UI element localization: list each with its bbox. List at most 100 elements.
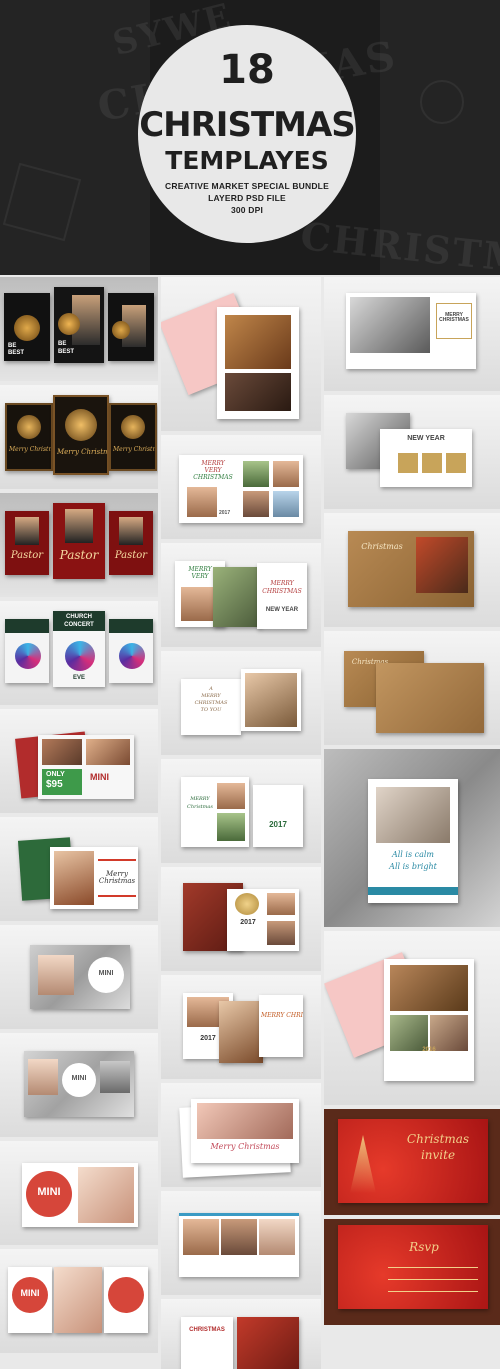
preview-concert-flyer: CHURCH CONCERT EVE [0,601,158,705]
stripe [98,895,136,897]
child-photo [245,673,297,727]
card-front: 2016 [384,959,474,1081]
card-title: Christmas [187,804,213,810]
ornament-image [112,321,130,339]
preview-merry-very-collage: MERRY VERY CHRISTMAS 2017 [161,435,321,539]
card-front: MERRY VERY CHRISTMAS 2017 [179,455,303,523]
preview-gold-heart-collage: 2017 [161,867,321,971]
card-title: MERRY CHRISTMAS [261,1012,303,1019]
invite-title: Christmas [406,1132,470,1146]
card-title: Christmas [361,542,403,551]
blue-border [179,1213,299,1216]
preview-bw-merry: MERRY CHRISTMAS [324,277,500,391]
flyer-card: Merry Christmas [53,395,109,475]
preview-merry-christmas-pink: Merry Christmas [161,1083,321,1187]
card-front [104,1267,148,1333]
flyer-title: Merry Christmas [57,448,107,456]
flyer-text: BEST [58,349,75,355]
card-title: MERRY CHRISTMAS [439,312,469,324]
red-card: Rsvp [338,1225,488,1309]
preview-bw-new-year: NEW YEAR [324,395,500,509]
invite-subtitle: invite [420,1148,456,1162]
mini-title: MINI [37,1186,61,1198]
ornament-image [121,415,145,439]
person-image [15,517,39,545]
preview-merry-2017-collage: MERRY Christmas 2017 [161,759,321,863]
preview-mini-ornament: MINI [0,1141,158,1245]
preview-pastor-flyer: Pastor Pastor Pastor [0,493,158,597]
card-front: ONLY $95 MINI [38,735,134,799]
ornament-image [14,315,40,341]
card-front: Merry Christmas [191,1099,299,1163]
child-photo [273,461,299,487]
preview-merry-christmas-2017: 2017 MERRY CHRISTMAS [161,975,321,1079]
gold-pentagon [398,453,418,473]
baby-photo [28,1059,58,1095]
child-photo [54,851,94,905]
ornament-image [17,415,41,439]
flyer-card [109,619,153,683]
family-photo [416,537,468,593]
subtitle-file: LAYERD PSD FILE [208,193,286,203]
flyer-card: BE BEST [54,287,104,363]
form-line [388,1291,478,1292]
preview-church-flyer: BE BEST BE BEST [0,277,158,381]
child-photo [243,461,269,487]
gold-heart [235,893,259,915]
flyer-title: Pastor [114,550,148,561]
title-badge: 18 CHRISTMAS TEMPLAYES CREATIVE MARKET S… [138,25,356,243]
baby-photo [38,955,74,995]
kids-photo [78,1167,134,1223]
card-title: CHRISTMAS [262,588,302,595]
flyer-title: Pastor [10,550,44,561]
person-image [119,517,143,545]
kids-photo [197,1103,293,1139]
preview-kraft-wish: Christmas [324,513,500,627]
kids-photo [54,1267,102,1333]
flyer-title: Merry Christmas [113,446,155,453]
card-title: Merry Christmas [98,870,136,886]
footer-band [368,887,458,895]
preview-mini-session: ONLY $95 MINI [0,709,158,813]
card-title: Merry Christmas [210,1142,280,1151]
card-title: CHRISTMAS [194,700,228,706]
preview-kraft-wish-2: Christmas [324,631,500,745]
title-line2: TEMPLAYES [165,146,329,175]
tree-graphic [350,1135,376,1193]
circle-graphic [119,643,145,669]
card-front [241,669,301,731]
card-front [217,307,299,419]
flyer-card: Pastor [109,511,153,575]
card-year: 2017 [240,919,256,926]
preview-envelope-photo-card [161,277,321,431]
card-title: MERRY [201,693,221,699]
child-photo [217,783,245,809]
card-front: MERRY CHRISTMAS [259,995,303,1057]
price-value: $95 [46,779,63,790]
ornament-shape [420,80,464,124]
kids-photo [376,787,450,843]
preview-mini-ornament-2: MINI [0,1249,158,1353]
card-back: MERRY Christmas [181,777,249,847]
flyer-text: BE [8,343,17,349]
bw-photo [100,1061,130,1093]
flyer-card: BE BEST [4,293,50,361]
gold-pentagon [446,453,466,473]
preview-glitter-mini-2: MINI [0,1033,158,1137]
child-photo [187,487,217,517]
kraft-card [376,663,484,733]
card-front: Merry Christmas [50,847,138,909]
preview-new-year-collage: MERRY VERY MERRY CHRISTMAS NEW YEAR [161,543,321,647]
flyer-card: Pastor [5,511,49,575]
child-photo [267,921,295,945]
flyer-header [5,619,49,633]
card-year: 2016 [422,1047,436,1053]
flyer-title: EVE [72,675,85,681]
mini-title: MINI [98,970,114,977]
glitter-card: MINI [24,1051,134,1117]
preview-envelope-2016: 2016 [324,931,500,1105]
flyer-card [108,293,154,361]
child-photo [273,491,299,517]
family-photo [237,1317,299,1369]
card-year: 2017 [219,510,231,516]
